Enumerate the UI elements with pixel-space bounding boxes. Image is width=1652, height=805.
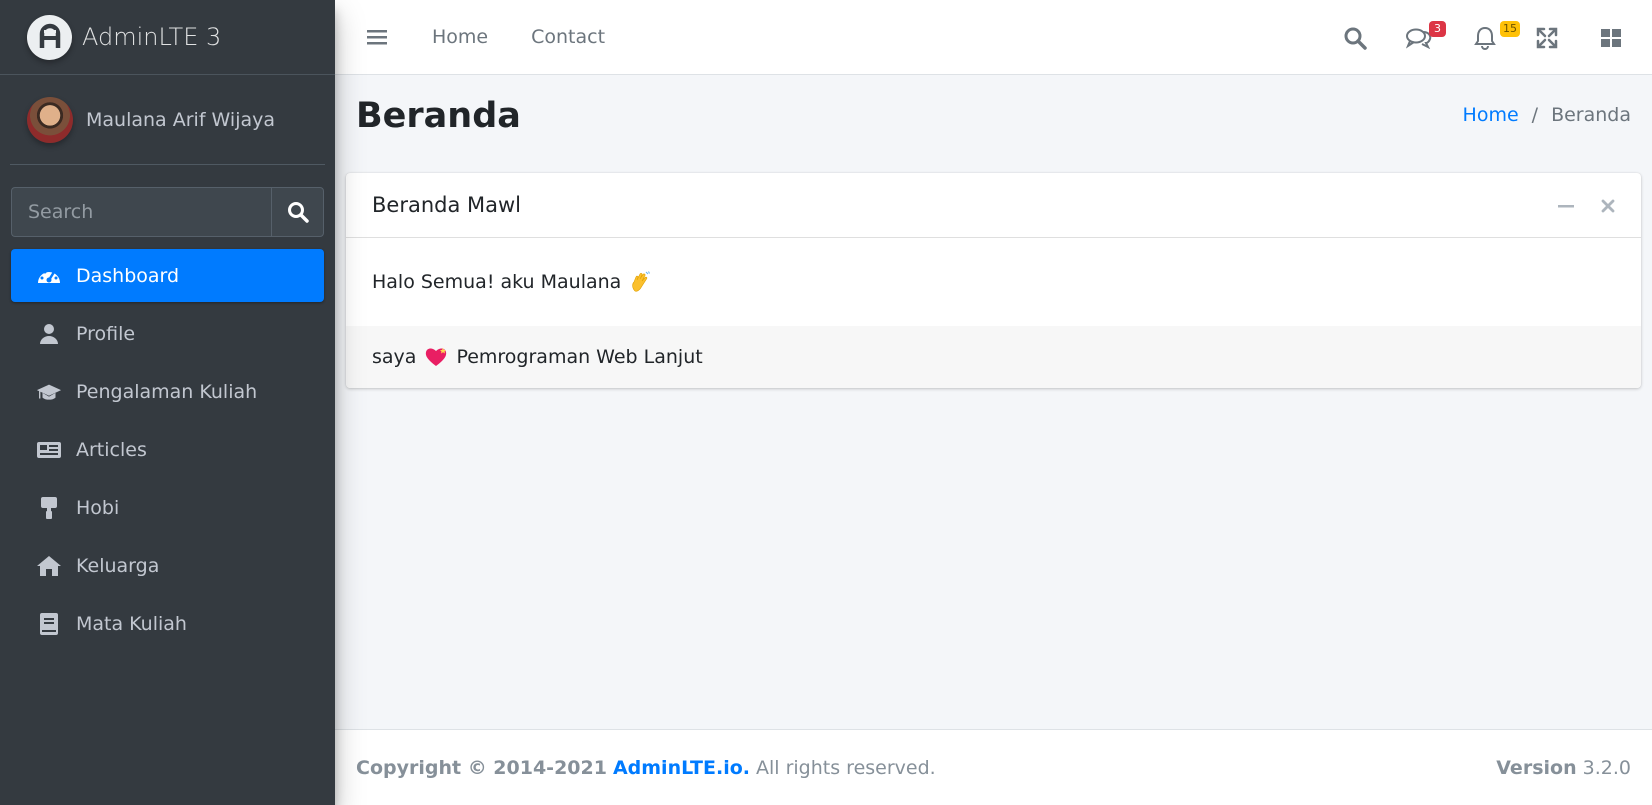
- version-number: 3.2.0: [1582, 756, 1631, 779]
- card-tools: [1535, 173, 1619, 238]
- hamburger-menu-icon[interactable]: [365, 27, 389, 47]
- heart-icon: [426, 348, 447, 366]
- breadcrumb-current: Beranda: [1551, 104, 1631, 126]
- sidebar-item-label: Mata Kuliah: [76, 612, 187, 635]
- card-footer: saya Pemrograman Web Lanjut: [346, 326, 1641, 388]
- user-name[interactable]: Maulana Arif Wijaya: [86, 109, 275, 131]
- page-title: Beranda: [356, 96, 521, 136]
- notifications-icon[interactable]: 15: [1472, 20, 1520, 51]
- top-navbar: Home Contact 3 15: [335, 0, 1652, 75]
- sidebar-item-profile[interactable]: Profile: [11, 307, 324, 360]
- newspaper-icon: [36, 439, 62, 461]
- sidebar-search: [11, 187, 324, 237]
- navbar-search-icon[interactable]: [1342, 25, 1368, 51]
- graduation-cap-icon: [36, 381, 62, 403]
- sidebar-item-label: Dashboard: [76, 264, 180, 287]
- navbar-right: 3 15: [1342, 0, 1652, 75]
- control-sidebar-icon[interactable]: [1598, 25, 1624, 51]
- fullscreen-icon[interactable]: [1534, 25, 1560, 51]
- version-info: Version 3.2.0: [1496, 757, 1631, 779]
- adminlte-link[interactable]: AdminLTE.io.: [613, 757, 750, 779]
- card-title: Beranda Mawl: [372, 193, 522, 217]
- card-body-text: Halo Semua! aku Maulana: [372, 271, 622, 293]
- close-icon: [1601, 199, 1615, 212]
- search-icon: [287, 202, 309, 223]
- tachometer-icon: [36, 265, 62, 287]
- brand-text: AdminLTE 3: [82, 23, 222, 51]
- adminlte-logo-icon: [27, 14, 72, 60]
- messages-badge: 3: [1429, 20, 1446, 37]
- search-input[interactable]: [11, 187, 271, 237]
- sidebar-item-articles[interactable]: Articles: [11, 423, 324, 476]
- sidebar-item-label: Profile: [76, 322, 136, 345]
- sidebar-item-mata-kuliah[interactable]: Mata Kuliah: [11, 597, 324, 650]
- beranda-card: Beranda Mawl Halo Semua! aku Maulana say…: [346, 173, 1641, 388]
- home-icon: [36, 555, 62, 577]
- main-sidebar: AdminLTE 3 Maulana Arif Wijaya Dashb: [0, 0, 335, 805]
- card-header: Beranda Mawl: [346, 173, 1641, 238]
- card-footer-text: Pemrograman Web Lanjut: [456, 346, 703, 368]
- sidebar-item-label: Hobi: [76, 496, 120, 519]
- sidebar-item-dashboard[interactable]: Dashboard: [11, 249, 324, 302]
- sidebar-item-label: Pengalaman Kuliah: [76, 380, 258, 403]
- book-icon: [36, 612, 62, 635]
- card-footer-prefix: saya: [372, 346, 417, 368]
- sidebar-item-label: Articles: [76, 438, 147, 461]
- card-body: Halo Semua! aku Maulana: [346, 238, 1641, 326]
- paint-roller-icon: [36, 496, 62, 519]
- remove-card-button[interactable]: [1597, 195, 1619, 217]
- waving-hand-icon: [632, 271, 651, 292]
- minus-icon: [1558, 204, 1574, 207]
- messages-icon[interactable]: 3: [1406, 20, 1446, 51]
- search-button[interactable]: [271, 187, 324, 237]
- sidebar-nav: Dashboard Profile Pengalaman Kuliah Arti…: [11, 249, 324, 655]
- version-label: Version: [1496, 756, 1577, 779]
- nav-link-contact[interactable]: Contact: [531, 26, 605, 48]
- breadcrumb-home-link[interactable]: Home: [1463, 104, 1519, 126]
- copyright-text: Copyright © 2014-2021: [356, 756, 607, 779]
- avatar: [27, 96, 73, 143]
- collapse-card-button[interactable]: [1555, 195, 1577, 217]
- brand-link[interactable]: AdminLTE 3: [0, 0, 335, 75]
- notifications-badge: 15: [1500, 20, 1520, 37]
- main-footer: Copyright © 2014-2021 AdminLTE.io. All r…: [335, 729, 1652, 805]
- user-panel[interactable]: Maulana Arif Wijaya: [10, 75, 325, 165]
- sidebar-item-hobi[interactable]: Hobi: [11, 481, 324, 534]
- breadcrumb-separator: /: [1531, 104, 1539, 126]
- rights-text: All rights reserved.: [756, 756, 936, 779]
- sidebar-item-keluarga[interactable]: Keluarga: [11, 539, 324, 592]
- sidebar-item-pengalaman-kuliah[interactable]: Pengalaman Kuliah: [11, 365, 324, 418]
- breadcrumb: Home / Beranda: [1463, 104, 1631, 126]
- user-icon: [36, 323, 62, 345]
- sidebar-item-label: Keluarga: [76, 554, 160, 577]
- nav-link-home[interactable]: Home: [432, 26, 488, 48]
